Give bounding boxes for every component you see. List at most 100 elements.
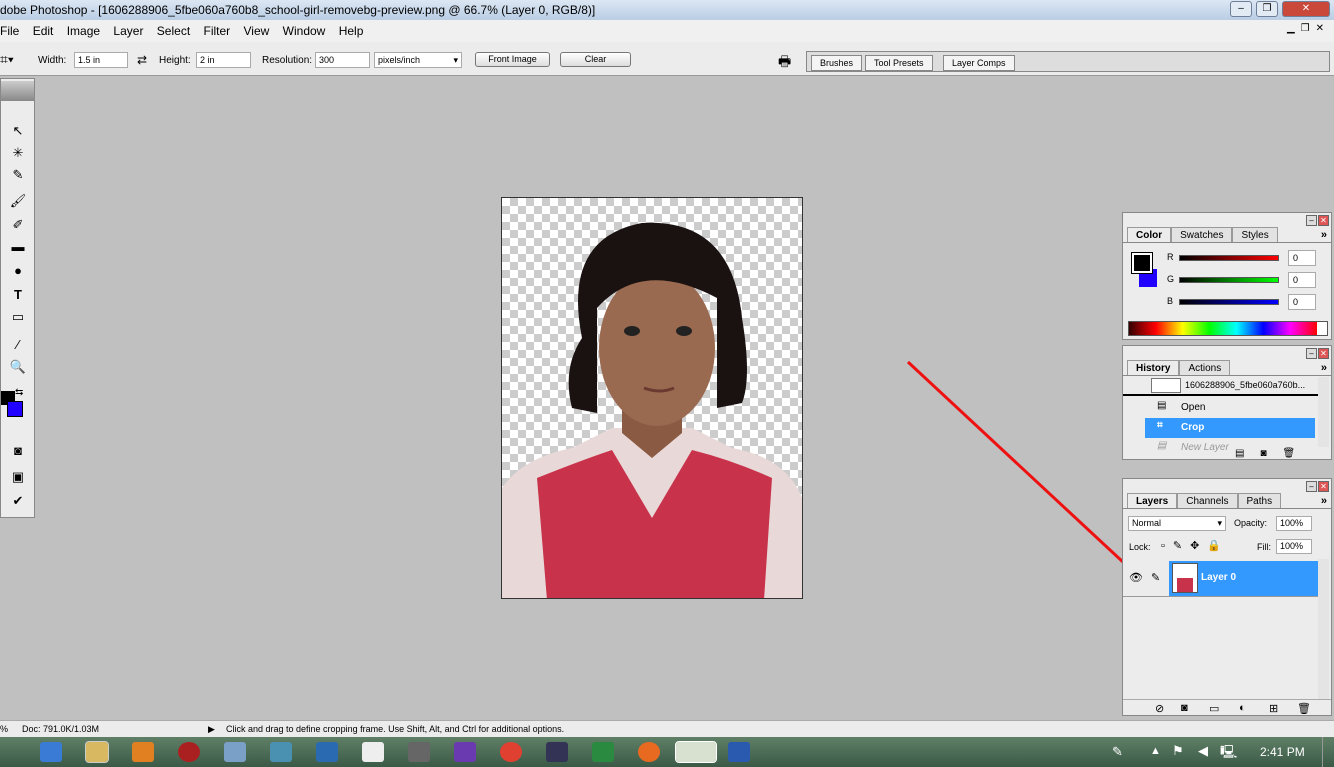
g-slider[interactable] <box>1179 277 1279 283</box>
b-slider[interactable] <box>1179 299 1279 305</box>
tab-swatches[interactable]: Swatches <box>1171 227 1233 242</box>
tab-color[interactable]: Color <box>1127 227 1172 242</box>
screen-mode-icon[interactable]: ▣ <box>7 469 29 487</box>
photoshop-taskbar-button[interactable] <box>675 741 717 763</box>
chrome-icon[interactable] <box>500 742 522 762</box>
tab-channels[interactable]: Channels <box>1177 493 1238 508</box>
close-panel-button[interactable]: ✕ <box>1318 215 1329 226</box>
r-slider[interactable] <box>1179 255 1279 261</box>
zoom-tool-icon[interactable]: 🔍 <box>7 359 29 377</box>
layer-row[interactable]: 👁 ✎ Layer 0 <box>1123 559 1319 597</box>
b-value[interactable]: 0 <box>1288 294 1316 310</box>
panel-menu-icon[interactable]: » <box>1321 362 1327 374</box>
blend-mode-select[interactable]: Normal ▾ <box>1128 516 1226 531</box>
background-color-swatch[interactable] <box>7 401 23 417</box>
internet-explorer-icon[interactable] <box>40 742 62 762</box>
resolution-input[interactable]: 300 <box>315 52 370 68</box>
quick-mask-icon[interactable]: ◙ <box>7 443 29 461</box>
close-panel-button[interactable]: ✕ <box>1318 481 1329 492</box>
history-item-active[interactable]: ⌗ Crop <box>1145 418 1315 438</box>
fill-input[interactable]: 100% <box>1276 539 1312 554</box>
zoom-level[interactable]: % <box>0 724 8 734</box>
tab-layer-comps[interactable]: Layer Comps <box>943 55 1015 71</box>
width-input[interactable]: 1.5 in <box>74 52 128 68</box>
action-center-flag-icon[interactable]: ⚑ <box>1172 743 1184 759</box>
layers-scrollbar[interactable] <box>1318 559 1329 699</box>
layer-mask-icon[interactable]: ◙ <box>1181 702 1188 714</box>
adjustment-layer-icon[interactable]: ◐ <box>1239 702 1246 714</box>
tab-brushes[interactable]: Brushes <box>811 55 863 71</box>
foreground-color-chip[interactable] <box>1131 252 1153 274</box>
opacity-input[interactable]: 100% <box>1276 516 1312 531</box>
crop-tool-preset-icon[interactable]: ⌗▾ <box>0 51 14 68</box>
telegram-icon[interactable] <box>316 742 338 762</box>
tab-actions[interactable]: Actions <box>1179 360 1231 375</box>
height-input[interactable]: 2 in <box>196 52 251 68</box>
visibility-eye-icon[interactable]: 👁 <box>1129 571 1143 584</box>
close-button[interactable]: ✕ <box>1282 1 1330 17</box>
menu-edit[interactable]: Edit <box>29 20 60 38</box>
menu-window[interactable]: Window <box>279 20 332 38</box>
menu-select[interactable]: Select <box>153 20 196 38</box>
file-explorer-icon[interactable] <box>85 741 109 763</box>
front-image-button[interactable]: Front Image <box>475 52 550 67</box>
tab-layers[interactable]: Layers <box>1127 493 1178 508</box>
palette-well-icon[interactable]: 🖶 <box>778 51 791 75</box>
input-panel-icon[interactable]: ✎ <box>1112 744 1123 760</box>
minimize-button[interactable]: – <box>1230 1 1252 17</box>
calculator-icon[interactable] <box>224 742 246 762</box>
path-selection-tool-icon[interactable]: ↖ <box>7 123 29 141</box>
brush-tool-icon[interactable]: 🖌 <box>7 193 29 211</box>
resolution-unit-select[interactable]: pixels/inch ▾ <box>374 52 462 68</box>
swap-colors-icon[interactable]: ⇆ <box>15 387 23 398</box>
volume-icon[interactable]: ◀ <box>1198 743 1208 759</box>
swap-dimensions-icon[interactable]: ⇄ <box>137 53 147 67</box>
r-value[interactable]: 0 <box>1288 250 1316 266</box>
menu-layer[interactable]: Layer <box>109 20 149 38</box>
shape-tool-icon[interactable]: ▭ <box>7 309 29 327</box>
document-window-controls[interactable]: ▁❐✕ <box>1287 23 1330 34</box>
excel-icon[interactable] <box>592 742 614 762</box>
gradient-tool-icon[interactable]: ▬ <box>7 239 29 257</box>
g-value[interactable]: 0 <box>1288 272 1316 288</box>
panel-menu-icon[interactable]: » <box>1321 229 1327 241</box>
status-menu-arrow-icon[interactable]: ▶ <box>208 724 215 735</box>
tab-tool-presets[interactable]: Tool Presets <box>865 55 933 71</box>
app-icon[interactable] <box>546 742 568 762</box>
magic-wand-tool-icon[interactable]: ✳ <box>7 145 29 163</box>
healing-brush-tool-icon[interactable]: ✎ <box>7 167 29 185</box>
document-canvas[interactable] <box>501 197 803 599</box>
minimize-panel-button[interactable]: – <box>1306 215 1317 226</box>
jump-to-imageready-icon[interactable]: ✔ <box>7 493 29 511</box>
lock-buttons[interactable]: ▫✎✥🔒 <box>1161 539 1229 552</box>
show-desktop-button[interactable] <box>1322 737 1334 767</box>
notes-icon[interactable] <box>362 742 384 762</box>
clear-button[interactable]: Clear <box>560 52 631 67</box>
menu-help[interactable]: Help <box>335 20 370 38</box>
photo-viewer-icon[interactable] <box>270 742 292 762</box>
visual-studio-icon[interactable] <box>454 742 476 762</box>
eyedropper-tool-icon[interactable]: ⁄ <box>7 337 29 355</box>
history-footer-buttons[interactable]: ▤◙🗑 <box>1235 448 1311 459</box>
document-size[interactable]: Doc: 791.0K/1.03M <box>22 724 99 734</box>
layer-style-icon[interactable]: ⊘ <box>1155 702 1164 715</box>
menu-view[interactable]: View <box>240 20 276 38</box>
delete-layer-icon[interactable]: 🗑 <box>1297 702 1311 715</box>
show-hidden-icons[interactable]: ▲ <box>1150 745 1161 757</box>
minimize-panel-button[interactable]: – <box>1306 348 1317 359</box>
menu-image[interactable]: Image <box>63 20 106 38</box>
clock[interactable]: 2:41 PM <box>1260 745 1305 759</box>
close-panel-button[interactable]: ✕ <box>1318 348 1329 359</box>
tab-paths[interactable]: Paths <box>1237 493 1282 508</box>
history-brush-tool-icon[interactable]: ✐ <box>7 217 29 235</box>
maximize-button[interactable]: ❐ <box>1256 1 1278 17</box>
menu-filter[interactable]: Filter <box>200 20 237 38</box>
new-layer-icon[interactable]: ⊞ <box>1269 702 1278 715</box>
tab-styles[interactable]: Styles <box>1232 227 1278 242</box>
panel-menu-icon[interactable]: » <box>1321 495 1327 507</box>
word-icon[interactable] <box>728 742 750 762</box>
history-snapshot[interactable]: 1606288906_5fbe060a760b... <box>1123 377 1319 396</box>
history-scrollbar[interactable] <box>1318 377 1329 447</box>
app-icon[interactable] <box>178 742 200 762</box>
app-icon[interactable] <box>408 742 430 762</box>
